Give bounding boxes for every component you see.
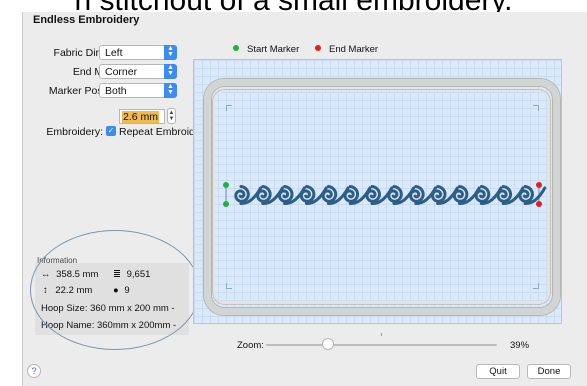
zoom-slider-track[interactable] [266, 344, 497, 346]
start-marker-top [223, 182, 229, 188]
help-button[interactable]: ? [27, 364, 41, 378]
zoom-value: 39% [510, 340, 530, 351]
done-button[interactable]: Done [527, 364, 571, 379]
zoom-tick [381, 333, 382, 336]
zoom-label: Zoom: [237, 340, 264, 351]
end-marker-bottom [536, 201, 542, 207]
quit-button[interactable]: Quit [476, 364, 520, 379]
end-marker-top [536, 182, 542, 188]
start-marker-bottom [223, 201, 229, 207]
embroidery-design [223, 182, 547, 207]
